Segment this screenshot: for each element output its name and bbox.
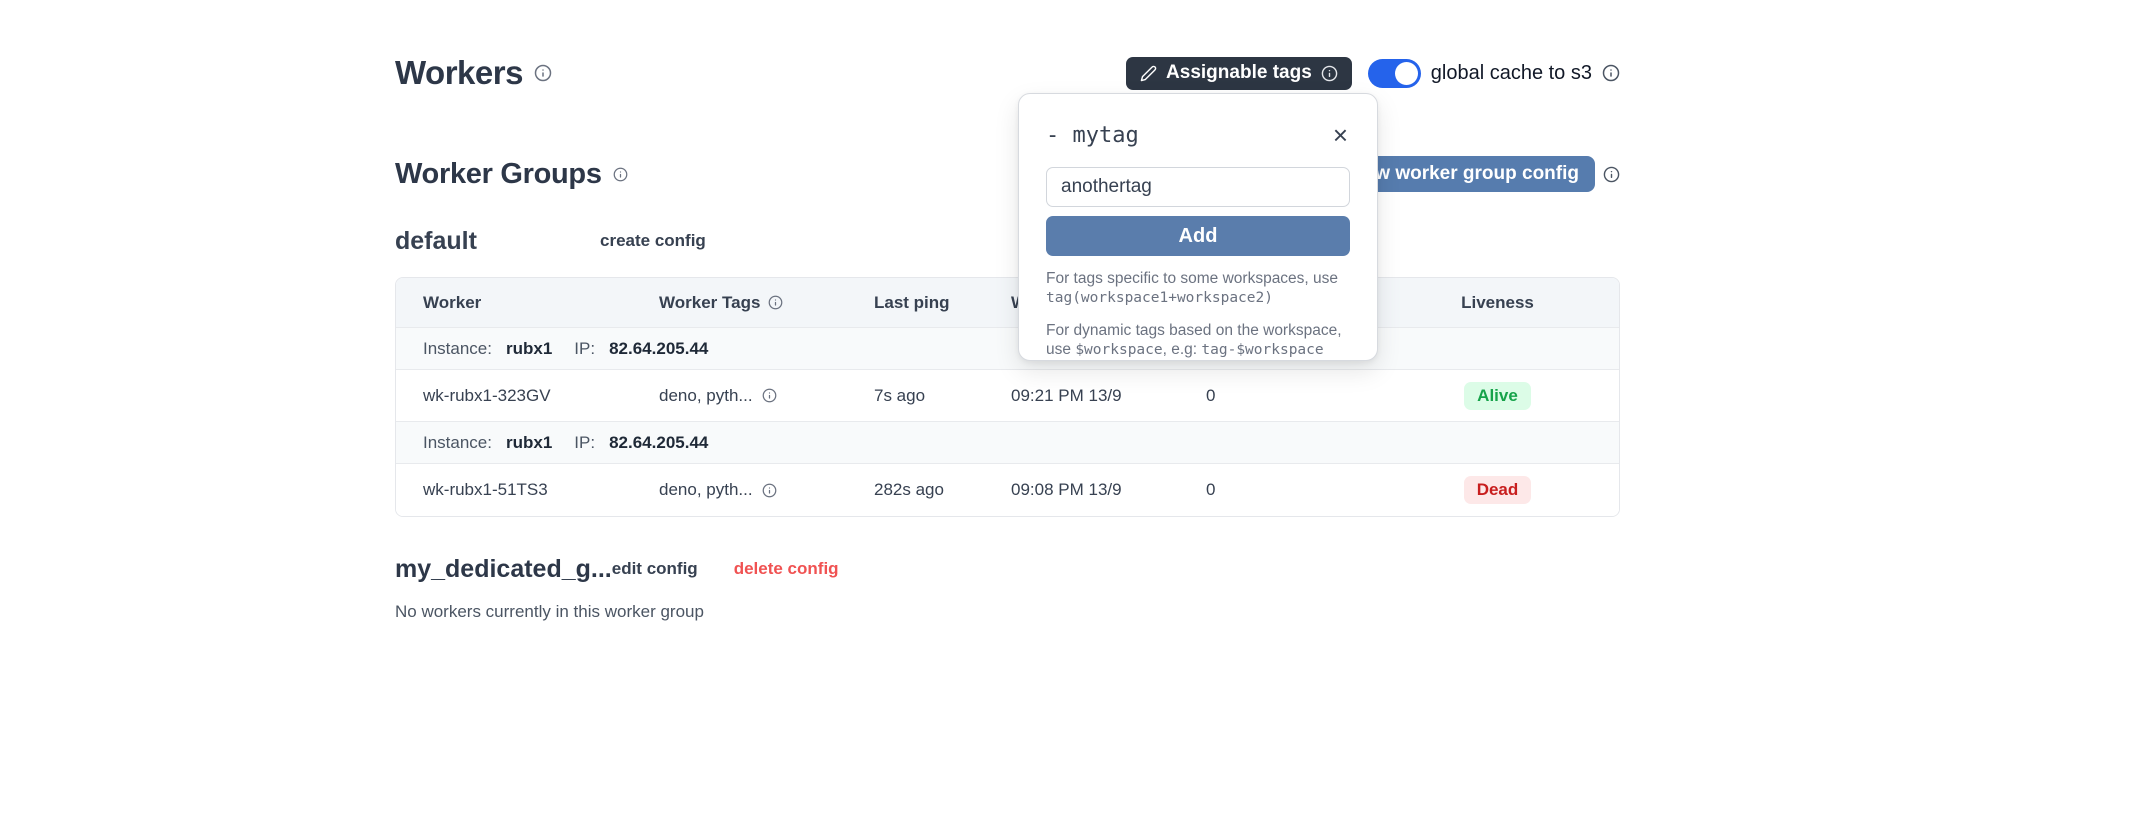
global-cache-group: global cache to s3 [1368,59,1620,88]
worker-start-cell: 09:21 PM 13/9 [1011,370,1206,422]
global-cache-label: global cache to s3 [1431,62,1592,85]
tags-info-icon[interactable] [762,483,777,498]
instance-row: Instance: rubx1 IP: 82.64.205.44 [396,422,1619,464]
dead-status-badge: Dead [1464,476,1532,504]
assignable-tags-button[interactable]: Assignable tags [1126,57,1352,90]
liveness-cell: Dead [1376,464,1619,516]
assignable-tags-popover: - mytag × Add For tags specific to some … [1018,93,1378,361]
page-title: Workers [395,54,523,92]
instance-ip: 82.64.205.44 [609,339,708,359]
edit-config-button[interactable]: edit config [612,559,698,579]
pencil-icon [1140,65,1157,82]
dedicated-group-actions: edit config delete config [612,559,839,579]
jobs-cell: 0 [1206,464,1376,516]
worker-tags-cell: deno, pyth... [659,464,874,516]
page-header: Workers Assignable tags [395,52,1620,94]
dynamic-tags-help: For dynamic tags based on the workspace,… [1046,321,1350,360]
workspace-tags-code: tag(workspace1+workspace2) [1046,290,1273,306]
worker-name: wk-rubx1-323GV [396,370,659,422]
worker-groups-info-icon[interactable] [613,167,628,182]
toggle-knob [1395,62,1418,85]
group-header-default: default create config [395,226,1620,256]
alive-status-badge: Alive [1464,382,1531,410]
instance-row: Instance: rubx1 IP: 82.64.205.44 [396,328,1619,370]
col-header-worker: Worker [396,278,659,328]
empty-group-message: No workers currently in this worker grou… [395,602,1620,622]
instance-label: Instance: [423,433,492,453]
page-title-wrap: Workers [395,54,552,92]
col-header-liveness: Liveness [1376,278,1619,328]
group-header-dedicated: my_dedicated_g... edit config delete con… [395,554,1620,584]
table-header-row: Worker Worker Tags Last ping W Liveness [396,278,1619,328]
delete-config-button[interactable]: delete config [734,559,839,579]
section-title-wrap: Worker Groups [395,158,628,191]
worker-row: wk-rubx1-323GV deno, pyth... 7s ago 09:2… [396,370,1619,422]
worker-row: wk-rubx1-51TS3 deno, pyth... 282s ago 09… [396,464,1619,516]
tags-info-icon[interactable] [762,388,777,403]
new-tag-input[interactable] [1046,167,1350,207]
worker-tags-cell: deno, pyth... [659,370,874,422]
header-controls: Assignable tags global cache to s3 [1126,57,1620,90]
instance-name: rubx1 [506,339,552,359]
create-config-button[interactable]: create config [600,231,706,251]
last-ping-cell: 282s ago [874,464,1011,516]
assignable-tags-label: Assignable tags [1166,62,1312,84]
worker-start-cell: 09:08 PM 13/9 [1011,464,1206,516]
new-config-info-icon[interactable] [1603,166,1620,183]
liveness-cell: Alive [1376,370,1619,422]
assignable-tags-info-icon [1321,65,1338,82]
ip-label: IP: [574,339,595,359]
remove-tag-button[interactable]: × [1331,122,1350,148]
tag-row: - mytag × [1046,120,1350,150]
instance-ip: 82.64.205.44 [609,433,708,453]
col-header-last-ping: Last ping [874,278,1011,328]
tag-name: mytag [1073,123,1139,148]
close-icon: × [1333,120,1348,150]
group-name-dedicated: my_dedicated_g... [395,555,612,584]
default-group-actions: create config [600,231,706,251]
last-ping-cell: 7s ago [874,370,1011,422]
workers-info-icon[interactable] [534,64,552,82]
workers-table: Worker Worker Tags Last ping W Liveness [395,277,1620,517]
instance-label: Instance: [423,339,492,359]
section-title: Worker Groups [395,158,602,191]
ip-label: IP: [574,433,595,453]
dynamic-tag-code-1: $workspace [1075,342,1162,358]
col-header-worker-tags: Worker Tags [659,278,874,328]
jobs-cell: 0 [1206,370,1376,422]
instance-name: rubx1 [506,433,552,453]
dynamic-tag-code-2: tag-$workspace [1201,342,1323,358]
worker-groups-header: Worker Groups + New worker group config [395,155,1620,193]
workspace-tags-help: For tags specific to some workspaces, us… [1046,269,1350,308]
workers-page: Workers Assignable tags [0,0,2136,835]
worker-tags-info-icon[interactable] [768,295,783,310]
global-cache-toggle[interactable] [1368,59,1421,88]
group-name-default: default [395,227,600,256]
tag-item: - mytag [1046,123,1139,148]
add-tag-button[interactable]: Add [1046,216,1350,256]
global-cache-info-icon[interactable] [1602,64,1620,82]
main-content: Workers Assignable tags [395,0,1620,622]
worker-name: wk-rubx1-51TS3 [396,464,659,516]
